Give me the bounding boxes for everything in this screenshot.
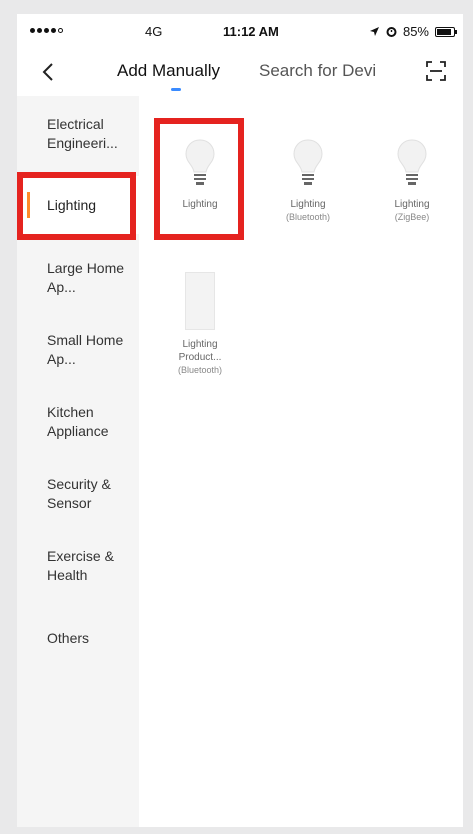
sidebar-item-label: Electrical Engineeri... [47,116,118,151]
device-lighting-bluetooth[interactable]: Lighting (Bluetooth) [263,132,353,223]
location-arrow-icon [369,27,379,36]
panel-icon [185,272,215,330]
battery-level [437,28,451,35]
device-subtitle: (Bluetooth) [285,212,331,222]
back-chevron-icon[interactable] [37,60,61,84]
scan-icon[interactable] [425,60,447,82]
sidebar-item-label: Large Home Ap... [47,260,125,295]
device-subtitle: (ZigBee) [394,212,430,222]
device-subtitle: (Bluetooth) [177,365,223,375]
status-right: 85% [369,24,457,39]
clock: 11:12 AM [223,24,279,39]
sidebar-item-label: Small Home Ap... [47,332,124,367]
highlight-box-device-lighting [154,118,244,240]
device-icon-wrap [155,272,245,332]
device-icon-wrap [367,132,457,192]
device-name: Lighting Product... [178,339,222,363]
bulb-icon [397,139,427,185]
sidebar-item-label: Exercise & Health [47,548,114,583]
tab-search-devices[interactable]: Search for Devi [259,61,376,81]
device-lighting-product-bluetooth[interactable]: Lighting Product... (Bluetooth) [155,272,245,376]
sidebar-item-large-home-appliance[interactable]: Large Home Ap... [17,248,139,308]
sidebar-item-exercise-health[interactable]: Exercise & Health [17,536,139,596]
sidebar-item-kitchen-appliance[interactable]: Kitchen Appliance [17,392,139,452]
tab-add-manually[interactable]: Add Manually [117,61,220,81]
device-name: Lighting [290,199,326,210]
sidebar-item-label: Security & Sensor [47,476,111,511]
bulb-icon [293,139,323,185]
sidebar-item-label: Kitchen Appliance [47,404,109,439]
sidebar-item-others[interactable]: Others [17,608,139,668]
battery-percent: 85% [402,24,429,39]
alarm-icon [386,27,397,37]
sidebar-item-label: Others [47,629,90,646]
signal-strength-icon [30,28,63,33]
device-name: Lighting [394,199,430,210]
battery-icon [435,26,457,37]
active-tab-indicator [171,88,181,91]
device-icon-wrap [263,132,353,192]
highlight-box-sidebar-lighting [17,172,136,240]
carrier-label: 4G [145,24,163,39]
phone-screen: 4G 11:12 AM 85% Add Manually Search for … [17,14,463,827]
sidebar-item-security-sensor[interactable]: Security & Sensor [17,464,139,524]
sidebar-item-small-home-appliance[interactable]: Small Home Ap... [17,320,139,380]
nav-bar: Add Manually Search for Devi [17,48,463,96]
sidebar-item-electrical-engineering[interactable]: Electrical Engineeri... [17,104,139,164]
status-bar: 4G 11:12 AM 85% [17,14,463,48]
device-lighting-zigbee[interactable]: Lighting (ZigBee) [367,132,457,223]
